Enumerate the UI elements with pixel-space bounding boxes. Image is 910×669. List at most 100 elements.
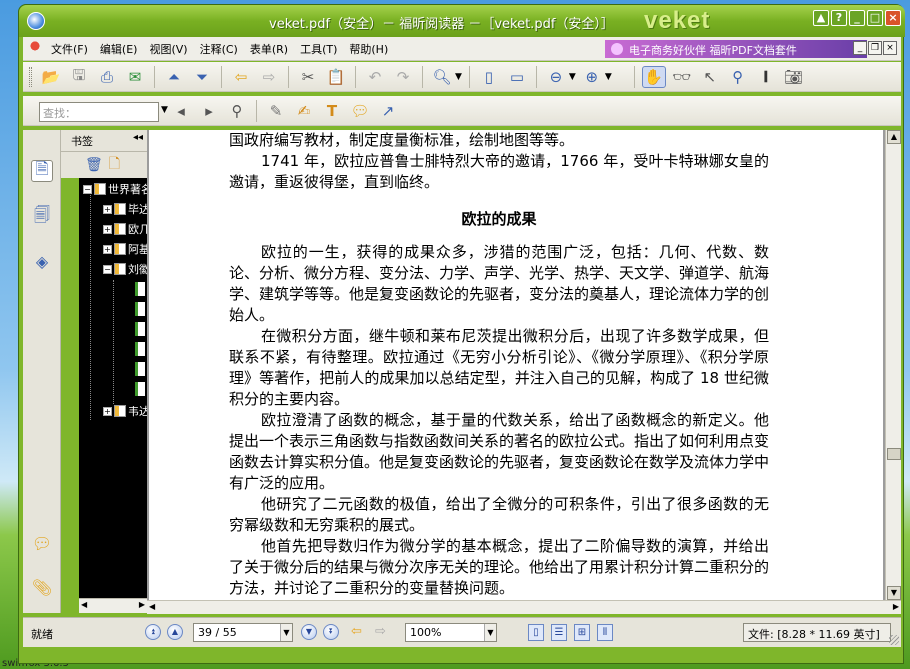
menu-file[interactable]: 文件(F)	[51, 41, 88, 57]
email-icon[interactable]: ✉	[123, 66, 147, 88]
bookmark-leaf[interactable]	[135, 282, 145, 296]
title-bar[interactable]: veket.pdf（安全）－ 福昕阅读器 －［veket.pdf（安全）］ ve…	[19, 5, 905, 37]
comment-icon[interactable]: 💬︎	[348, 100, 372, 122]
next-page-button[interactable]: ▼	[301, 624, 317, 640]
print-icon[interactable]: ⎙	[95, 66, 119, 88]
bookmark-leaf[interactable]	[135, 322, 145, 336]
layers-panel-icon[interactable]: ◈	[31, 250, 53, 272]
attachments-panel-icon[interactable]: 📎︎	[31, 576, 53, 598]
tree-item[interactable]: − 刘徽	[103, 260, 147, 278]
select-arrow-icon[interactable]: ↖	[698, 66, 722, 88]
menu-help[interactable]: 帮助(H)	[349, 41, 388, 57]
bookmark-leaf[interactable]	[135, 302, 145, 316]
help-icon[interactable]: ?	[831, 10, 847, 26]
paste-icon[interactable]: 📋	[324, 66, 348, 88]
collapse-panel-icon[interactable]: ◂◂	[133, 132, 143, 143]
scroll-right-icon[interactable]: ▶	[139, 600, 145, 609]
facing-view-icon[interactable]: ⊞	[574, 624, 590, 641]
single-page-view-icon[interactable]: ▯	[528, 624, 544, 641]
menu-form[interactable]: 表单(R)	[250, 41, 288, 57]
text-select-icon[interactable]: 𝐈	[754, 66, 778, 88]
redo-icon[interactable]: ↷	[391, 66, 415, 88]
next-page-icon[interactable]: ⏷	[190, 66, 214, 88]
expand-icon[interactable]: +	[103, 244, 112, 254]
bookmark-leaf[interactable]	[135, 342, 145, 356]
continuous-facing-view-icon[interactable]: ⫴	[597, 624, 613, 641]
menu-edit[interactable]: 编辑(E)	[100, 41, 138, 57]
zoom-dropdown-icon[interactable]: ▼	[484, 624, 496, 641]
zoom-tool-icon[interactable]: 🔍︎	[430, 66, 454, 88]
scroll-down-icon[interactable]: ▼	[887, 586, 901, 600]
scroll-left-icon[interactable]: ◀	[149, 602, 155, 611]
menu-tools[interactable]: 工具(T)	[300, 41, 337, 57]
scroll-left-icon[interactable]: ◀	[81, 600, 87, 609]
menu-comment[interactable]: 注释(C)	[200, 41, 238, 57]
binoculars-icon[interactable]: ⚲	[726, 66, 750, 88]
bookmarks-panel-icon[interactable]: 🗎	[31, 159, 53, 182]
scroll-up-icon[interactable]: ▲	[887, 130, 901, 144]
promo-banner[interactable]: 电子商务好伙伴 福昕PDF文档套件	[605, 40, 867, 58]
last-page-icon[interactable]: ⏬︎	[323, 624, 339, 640]
undo-icon[interactable]: ↶	[363, 66, 387, 88]
doc-minimize-button[interactable]: _	[853, 41, 867, 55]
bookmark-tree-hscroll[interactable]: ◀ ▶	[79, 598, 147, 613]
arrow-draw-icon[interactable]: ↗	[376, 100, 400, 122]
tree-item[interactable]: + 阿基米德	[103, 240, 147, 258]
glasses-icon[interactable]: 👓︎	[670, 66, 694, 88]
document-hscroll[interactable]: ◀ ▶	[147, 600, 901, 614]
delete-bookmark-icon[interactable]: 🗑︎	[85, 157, 103, 173]
hand-tool-icon[interactable]: ✋	[641, 66, 666, 88]
zoom-select[interactable]: 100% ▼	[405, 623, 497, 642]
scroll-right-icon[interactable]: ▶	[893, 602, 899, 611]
forward-arrow-icon[interactable]: ⇨	[257, 66, 281, 88]
scroll-thumb[interactable]	[887, 448, 901, 460]
doc-restore-button[interactable]: ❐	[868, 41, 882, 55]
cut-icon[interactable]: ✂	[296, 66, 320, 88]
search-icon[interactable]: ⚲	[225, 100, 249, 122]
first-page-icon[interactable]: ⏫︎	[145, 624, 161, 640]
triangle-icon[interactable]: ▲	[813, 10, 829, 26]
doc-close-button[interactable]: ×	[883, 41, 897, 55]
bookmark-leaf[interactable]	[135, 362, 145, 376]
document-vscroll[interactable]: ▲ ▼	[885, 130, 901, 600]
find-next-icon[interactable]: ▸	[197, 100, 221, 122]
back-arrow-icon[interactable]: ⇦	[229, 66, 253, 88]
back-view-icon[interactable]: ⇦	[351, 624, 362, 639]
new-bookmark-icon[interactable]: 🗋	[109, 153, 120, 177]
zoom-tool-dropdown-icon[interactable]: ▼	[455, 72, 462, 82]
zoom-out-dropdown-icon[interactable]: ▼	[569, 72, 576, 82]
continuous-view-icon[interactable]: ☰	[551, 624, 567, 641]
expand-icon[interactable]: +	[103, 204, 112, 214]
tree-item[interactable]: + 欧几里得	[103, 220, 147, 238]
forward-view-icon[interactable]: ⇨	[375, 624, 386, 639]
snapshot-icon[interactable]: 📷︎	[782, 66, 806, 88]
expand-icon[interactable]: +	[103, 406, 112, 416]
close-button[interactable]: ×	[885, 10, 901, 26]
toolbar-grip[interactable]	[29, 67, 32, 87]
note-edit-icon[interactable]: ✍	[292, 100, 316, 122]
zoom-in-dropdown-icon[interactable]: ▼	[605, 72, 612, 82]
document-viewport[interactable]: 国政府编写教材，制定度量衡标准，绘制地图等等。 1741 年，欧拉应普鲁士腓特烈…	[147, 130, 885, 600]
maximize-button[interactable]: □	[867, 10, 883, 26]
page-dropdown-icon[interactable]: ▼	[280, 624, 292, 641]
comments-panel-icon[interactable]: 💬︎	[31, 532, 53, 554]
fit-page-icon[interactable]: ▯	[477, 66, 501, 88]
bookmark-leaf[interactable]	[135, 382, 145, 396]
search-input[interactable]: 查找：	[39, 102, 159, 122]
find-previous-icon[interactable]: ◂	[169, 100, 193, 122]
save-icon[interactable]: 🖫	[67, 66, 91, 88]
resize-grip[interactable]	[889, 635, 899, 645]
tree-item[interactable]: + 韦达	[103, 402, 147, 420]
app-icon[interactable]	[27, 12, 45, 30]
previous-page-icon[interactable]: ⏶	[162, 66, 186, 88]
text-box-icon[interactable]: T	[320, 100, 344, 122]
page-number-field[interactable]: 39 / 55 ▼	[193, 623, 293, 642]
open-folder-icon[interactable]: 📂	[39, 66, 63, 88]
search-dropdown-icon[interactable]: ▼	[161, 105, 168, 115]
zoom-out-icon[interactable]: ⊖	[544, 66, 568, 88]
menu-view[interactable]: 视图(V)	[149, 41, 187, 57]
pages-panel-icon[interactable]: 🗐	[31, 205, 53, 228]
previous-page-button[interactable]: ▲	[167, 624, 183, 640]
tree-item[interactable]: + 毕达哥拉斯	[103, 200, 147, 218]
expand-icon[interactable]: +	[103, 224, 112, 234]
